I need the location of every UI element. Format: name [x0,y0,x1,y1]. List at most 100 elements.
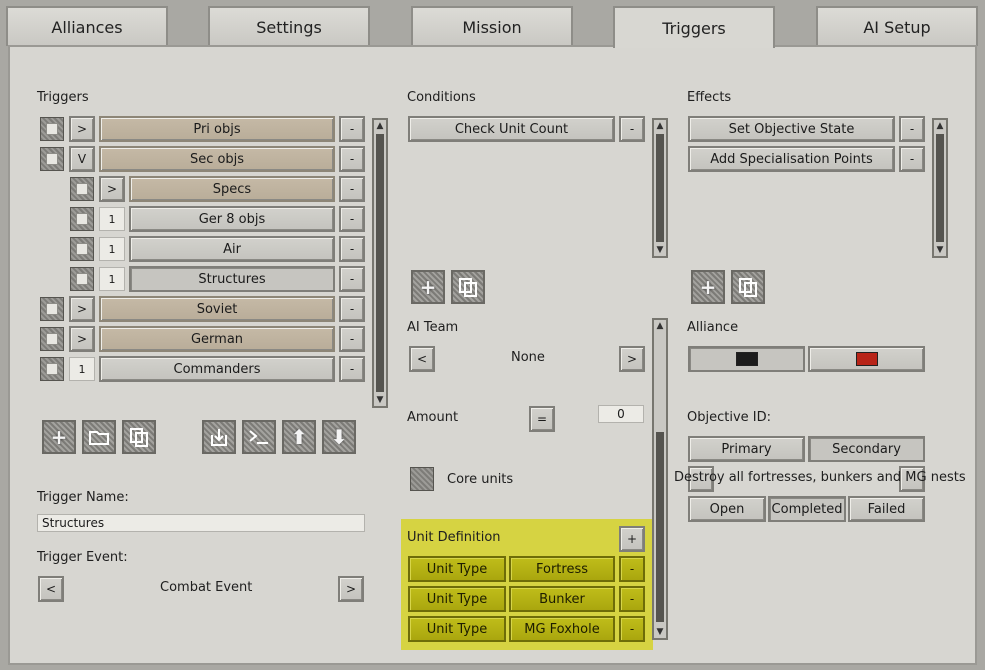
trigger-remove-button[interactable]: - [339,266,365,292]
move-down-button[interactable]: ⬇ [322,420,356,454]
trigger-checkbox[interactable] [40,297,64,321]
state-completed-button[interactable]: Completed [768,496,846,522]
copy-condition-button[interactable] [451,270,485,304]
add-condition-button[interactable]: + [411,270,445,304]
add-effect-button[interactable]: + [691,270,725,304]
add-unit-definition-button[interactable]: + [619,526,645,552]
tab-settings[interactable]: Settings [208,6,370,46]
scroll-up-icon[interactable]: ▲ [654,320,666,332]
alliance-black-button[interactable] [688,346,805,372]
objective-secondary-button[interactable]: Secondary [808,436,925,462]
trigger-remove-button[interactable]: - [339,146,365,172]
copy-effect-button[interactable] [731,270,765,304]
trigger-item[interactable]: Air [129,236,335,262]
unit-remove-button[interactable]: - [619,586,645,612]
effect-remove-button[interactable]: - [899,146,925,172]
scroll-down-icon[interactable]: ▼ [934,244,946,256]
trigger-item[interactable]: Ger 8 objs [129,206,335,232]
trigger-event-prev-button[interactable]: < [38,576,64,602]
trigger-item[interactable]: German [99,326,335,352]
scroll-thumb[interactable] [656,432,664,622]
state-failed-button[interactable]: Failed [848,496,925,522]
triggers-scrollbar[interactable]: ▲ ▼ [372,118,388,408]
trigger-checkbox[interactable] [40,327,64,351]
state-open-button[interactable]: Open [688,496,766,522]
copy-trigger-button[interactable] [122,420,156,454]
amount-operator-button[interactable]: = [529,406,555,432]
tab-alliances[interactable]: Alliances [6,6,168,46]
alliance-red-button[interactable] [808,346,925,372]
tab-triggers[interactable]: Triggers [613,6,775,48]
trigger-checkbox[interactable] [40,147,64,171]
console-button[interactable] [242,420,276,454]
trigger-expand-toggle[interactable]: > [99,176,125,202]
trigger-item[interactable]: Pri objs [99,116,335,142]
effect-item[interactable]: Set Objective State [688,116,895,142]
checkbox-box [46,363,58,375]
scroll-thumb[interactable] [936,134,944,242]
trigger-expand-toggle[interactable]: > [69,116,95,142]
scroll-up-icon[interactable]: ▲ [654,120,666,132]
trigger-item[interactable]: Commanders [99,356,335,382]
effect-item[interactable]: Add Specialisation Points [688,146,895,172]
tab-mission[interactable]: Mission [411,6,573,46]
trigger-event-next-button[interactable]: > [338,576,364,602]
trigger-expand-toggle[interactable]: V [69,146,95,172]
trigger-checkbox[interactable] [70,207,94,231]
ai-team-value: None [511,350,545,365]
trigger-checkbox[interactable] [40,357,64,381]
trigger-item[interactable]: Structures [129,266,335,292]
plus-icon: + [50,425,68,449]
trigger-expand-toggle[interactable]: > [69,296,95,322]
ai-team-next-button[interactable]: > [619,346,645,372]
unit-type-button[interactable]: Unit Type [408,556,506,582]
trigger-remove-button[interactable]: - [339,326,365,352]
trigger-remove-button[interactable]: - [339,296,365,322]
amount-input[interactable]: 0 [598,405,644,423]
scroll-down-icon[interactable]: ▼ [374,394,386,406]
scroll-up-icon[interactable]: ▲ [934,120,946,132]
trigger-checkbox[interactable] [70,237,94,261]
unit-value-button[interactable]: Bunker [509,586,615,612]
add-trigger-button[interactable]: + [42,420,76,454]
trigger-remove-button[interactable]: - [339,176,365,202]
scroll-thumb[interactable] [376,134,384,392]
unit-remove-button[interactable]: - [619,616,645,642]
trigger-item[interactable]: Sec objs [99,146,335,172]
effect-remove-button[interactable]: - [899,116,925,142]
import-button[interactable] [202,420,236,454]
checkbox-box [76,273,88,285]
trigger-expand-toggle[interactable]: > [69,326,95,352]
objective-primary-button[interactable]: Primary [688,436,805,462]
trigger-checkbox[interactable] [70,267,94,291]
trigger-item[interactable]: Soviet [99,296,335,322]
ai-team-prev-button[interactable]: < [409,346,435,372]
conditions-scrollbar[interactable]: ▲ ▼ [652,118,668,258]
trigger-checkbox[interactable] [70,177,94,201]
unit-type-button[interactable]: Unit Type [408,586,506,612]
condition-item[interactable]: Check Unit Count [408,116,615,142]
scroll-thumb[interactable] [656,134,664,242]
effects-scrollbar[interactable]: ▲ ▼ [932,118,948,258]
unit-type-button[interactable]: Unit Type [408,616,506,642]
core-units-checkbox[interactable] [410,467,434,491]
condition-details-scrollbar[interactable]: ▲ ▼ [652,318,668,640]
copy-icon [459,278,477,297]
trigger-checkbox[interactable] [40,117,64,141]
scroll-up-icon[interactable]: ▲ [374,120,386,132]
condition-remove-button[interactable]: - [619,116,645,142]
trigger-remove-button[interactable]: - [339,116,365,142]
tab-ai-setup[interactable]: AI Setup [816,6,978,46]
trigger-remove-button[interactable]: - [339,236,365,262]
scroll-down-icon[interactable]: ▼ [654,244,666,256]
unit-value-button[interactable]: Fortress [509,556,615,582]
move-up-button[interactable]: ⬆ [282,420,316,454]
trigger-item[interactable]: Specs [129,176,335,202]
unit-value-button[interactable]: MG Foxhole [509,616,615,642]
trigger-remove-button[interactable]: - [339,356,365,382]
unit-remove-button[interactable]: - [619,556,645,582]
scroll-down-icon[interactable]: ▼ [654,626,666,638]
add-folder-button[interactable] [82,420,116,454]
trigger-name-input[interactable]: Structures [37,514,365,532]
trigger-remove-button[interactable]: - [339,206,365,232]
